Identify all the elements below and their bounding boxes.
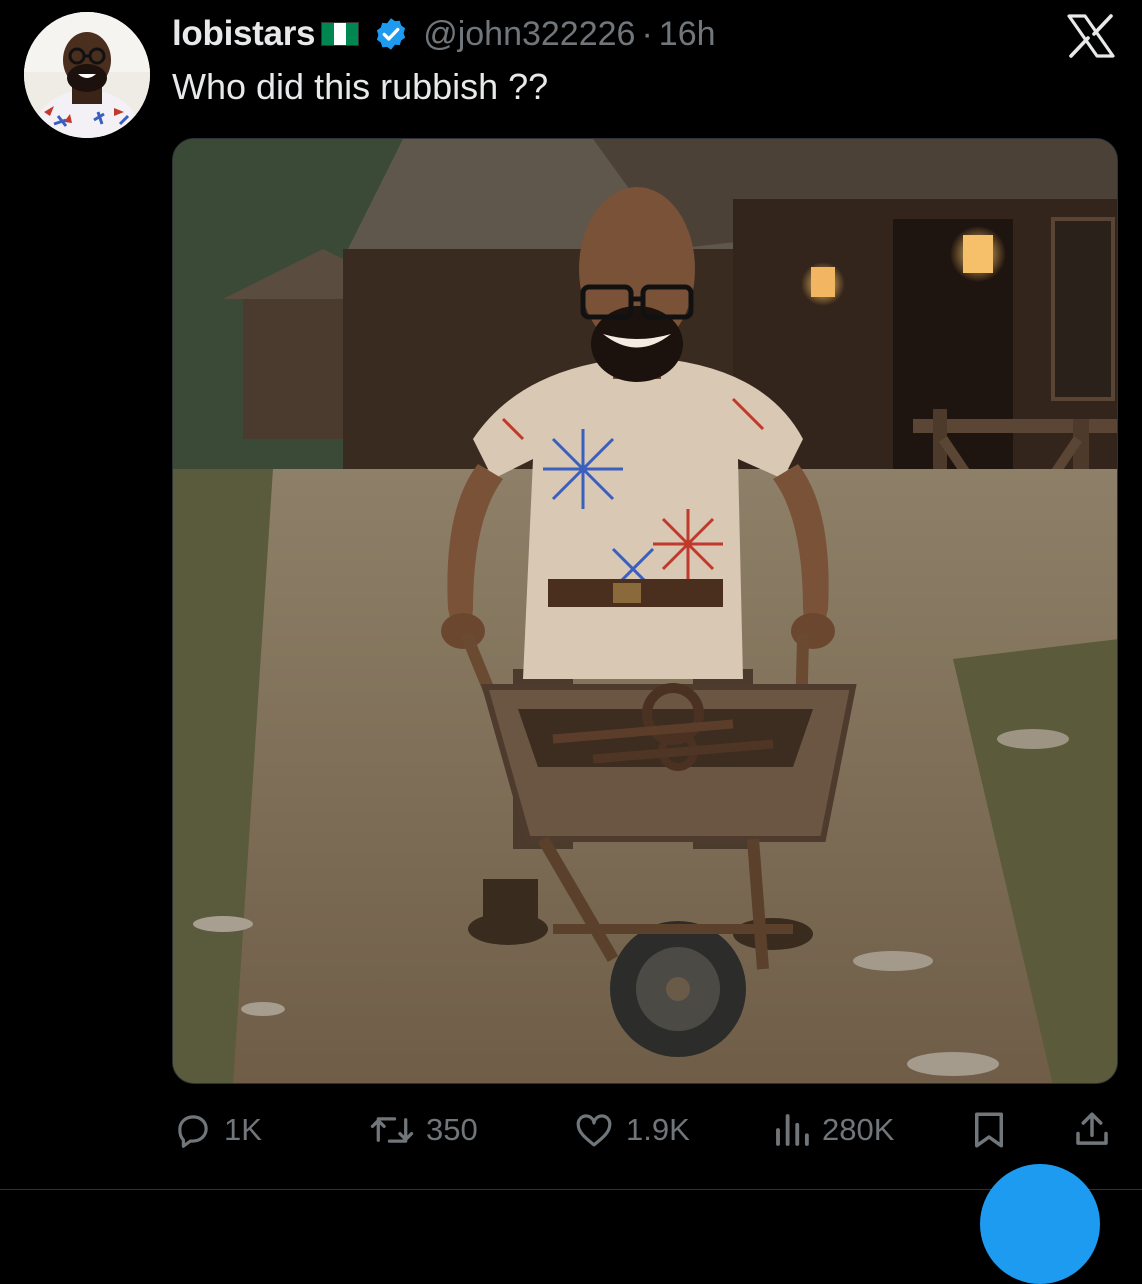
avatar-image [24,12,150,138]
author-handle[interactable]: @john322226 [423,15,635,54]
post-timestamp[interactable]: 16h [659,15,716,54]
share-button[interactable] [1072,1104,1122,1156]
share-icon [1076,1112,1108,1145]
post-action-bar: 1K 350 1.9K 280K [0,1104,1142,1156]
repost-count: 350 [426,1112,478,1147]
verified-badge-icon[interactable] [373,16,409,52]
views-button[interactable]: 280K [772,1104,894,1156]
x-logo-icon[interactable] [1067,14,1115,58]
post-header: lobistars @john322226 · 16h [172,12,716,56]
heart-icon [576,1114,612,1147]
timeline-divider [0,1189,1142,1190]
views-icon [776,1114,809,1146]
separator-dot: · [641,14,653,53]
author-display-name[interactable]: lobistars [172,14,315,54]
repost-icon [370,1117,414,1143]
reply-button[interactable]: 1K [172,1104,262,1156]
author-avatar[interactable] [24,12,150,138]
bookmark-button[interactable] [970,1104,1018,1156]
like-button[interactable]: 1.9K [572,1104,690,1156]
reply-icon [178,1115,208,1148]
like-count: 1.9K [626,1112,690,1147]
views-count: 280K [822,1112,895,1147]
post-media-image[interactable] [172,138,1118,1084]
reply-count: 1K [224,1112,262,1147]
compose-button[interactable] [980,1164,1100,1284]
post-text: Who did this rubbish ?? [172,66,549,107]
nigeria-flag-icon [321,22,360,46]
media-illustration [173,139,1117,1083]
repost-button[interactable]: 350 [368,1104,478,1156]
bookmark-icon [975,1112,1003,1148]
